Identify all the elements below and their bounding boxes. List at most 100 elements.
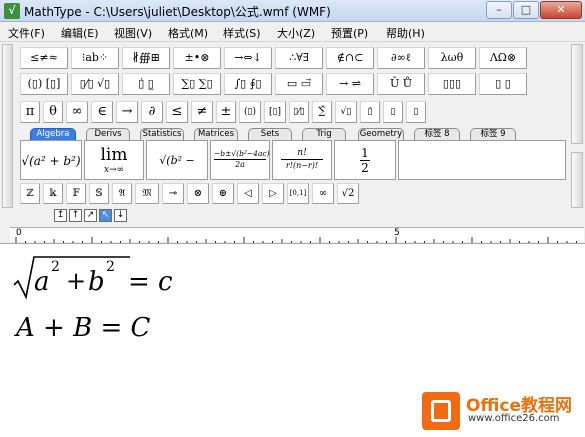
menu-help[interactable]: 帮助(H) — [386, 25, 425, 41]
template-combination-numerator: n! — [281, 148, 323, 160]
plus-minus-button[interactable]: ± — [216, 101, 236, 123]
tab-trig[interactable]: Trig — [302, 128, 346, 140]
radical-template-button[interactable]: √▯ — [335, 101, 357, 123]
boxes-palette-button[interactable]: ▯ ▯ — [479, 73, 527, 95]
template-limit-label: lim — [100, 145, 128, 165]
nudge-button-row: ↥ ↑ ↗ ↖ ↓ — [0, 208, 585, 224]
right-arrow-button[interactable]: → — [116, 101, 138, 123]
dot-accent-button[interactable]: ▯̇ — [360, 101, 380, 123]
double-struck-s-button[interactable]: 𝕊 — [89, 183, 109, 204]
partial-derivative-button[interactable]: ∂ — [141, 101, 163, 123]
parentheses-template-button[interactable]: (▯) — [239, 101, 261, 123]
matrices-palette-button[interactable]: ▯▯▯ — [428, 73, 476, 95]
menu-view[interactable]: 视图(V) — [114, 25, 152, 41]
template-combination[interactable]: n! r!(n−r)! — [272, 140, 332, 180]
fraktur-a-button[interactable]: 𝔄 — [112, 183, 132, 204]
tab-sets[interactable]: Sets — [248, 128, 292, 140]
circled-times-button[interactable]: ⊗ — [187, 183, 209, 204]
ruler[interactable]: 0 5 — [0, 224, 585, 244]
nudge-down-button[interactable]: ↓ — [114, 209, 127, 222]
right-triangle-button[interactable]: ▷ — [262, 183, 284, 204]
template-empty-slot[interactable] — [398, 140, 566, 180]
menu-format[interactable]: 格式(M) — [168, 25, 208, 41]
integrals-palette-button[interactable]: ∫▯ ∮▯ — [224, 73, 272, 95]
double-struck-f-button[interactable]: 𝔽 — [66, 183, 86, 204]
tab-geometry[interactable]: Geometry — [358, 128, 404, 140]
template-half-numerator: 1 — [360, 146, 370, 161]
template-quadratic-formula[interactable]: −b±√(b²−4ac) 2a — [210, 140, 270, 180]
misc-symbols-palette-button[interactable]: ∂∞ℓ — [377, 47, 425, 69]
sum-template-button[interactable]: ∑̂ — [312, 101, 332, 123]
sqrt-two-button[interactable]: √2 — [337, 183, 359, 204]
greek-upper-palette-button[interactable]: ΛΩ⊗ — [479, 47, 527, 69]
nudge-top-button[interactable]: ↥ — [54, 209, 67, 222]
maximize-button[interactable]: □ — [513, 1, 539, 19]
products-set-palette-button[interactable]: Ū Ů — [377, 73, 425, 95]
labeled-arrows-palette-button[interactable]: → ⇌ — [326, 73, 374, 95]
template-one-half[interactable]: 1 2 — [334, 140, 396, 180]
fractions-radicals-palette-button[interactable]: ▯⁄▯ √▯ — [71, 73, 119, 95]
template-quadratic-denominator: 2a — [235, 160, 245, 169]
equation-1-exp-a: 2 — [51, 259, 60, 275]
equation-1-b: b — [88, 267, 105, 297]
minimize-button[interactable]: – — [486, 1, 512, 19]
nudge-up-left-button[interactable]: ↖ — [99, 209, 112, 222]
close-button[interactable]: ✕ — [540, 1, 582, 19]
tab-label-9[interactable]: 标签 9 — [470, 128, 516, 140]
nudge-up-button[interactable]: ↑ — [69, 209, 82, 222]
relations-palette-button[interactable]: ≤≠≈ — [20, 47, 68, 69]
embellishments-palette-button[interactable]: ∦∰⊞ — [122, 47, 170, 69]
toolbar-grip-right[interactable] — [571, 44, 583, 144]
menu-bar: 文件(F) 编辑(E) 视图(V) 格式(M) 样式(S) 大小(Z) 预置(P… — [0, 22, 585, 42]
template-discriminant[interactable]: √(b² − 4ac) — [146, 140, 208, 180]
ruler-strip: 0 5 — [10, 227, 584, 243]
title-bar: √ MathType - C:\Users\juliet\Desktop\公式.… — [0, 0, 585, 22]
infinity-font-button[interactable]: ∞ — [312, 183, 334, 204]
double-struck-k-button[interactable]: 𝕜 — [43, 183, 63, 204]
tab-matrices[interactable]: Matrices — [194, 128, 238, 140]
infinity-symbol-button[interactable]: ∞ — [66, 101, 88, 123]
left-triangle-button[interactable]: ◁ — [237, 183, 259, 204]
fraction-template-button[interactable]: ▯⁄▯ — [289, 101, 309, 123]
menu-preferences[interactable]: 预置(P) — [331, 25, 368, 41]
logic-palette-button[interactable]: ∴∀∃ — [275, 47, 323, 69]
tab-label-8[interactable]: 标签 8 — [414, 128, 460, 140]
circled-plus-button[interactable]: ⊕ — [212, 183, 234, 204]
superscript-template-button[interactable]: ▯ — [406, 101, 426, 123]
menu-size[interactable]: 大小(Z) — [277, 25, 315, 41]
equation-1-exp-b: 2 — [106, 259, 115, 275]
tab-derivs[interactable]: Derivs — [86, 128, 130, 140]
greek-lower-palette-button[interactable]: λωθ — [428, 47, 476, 69]
subscripts-palette-button[interactable]: ▯̇ ▯̲ — [122, 73, 170, 95]
summations-palette-button[interactable]: ∑▯ ∑▯ — [173, 73, 221, 95]
fraktur-m-button[interactable]: 𝔐 — [135, 183, 159, 204]
equation-1-rhs: = c — [128, 267, 173, 297]
fences-palette-button[interactable]: (▯) [▯] — [20, 73, 68, 95]
menu-edit[interactable]: 编辑(E) — [61, 25, 99, 41]
window-title: MathType - C:\Users\juliet\Desktop\公式.wm… — [24, 5, 331, 19]
arrows-palette-button[interactable]: →⇔↓ — [224, 47, 272, 69]
nudge-up-right-button[interactable]: ↗ — [84, 209, 97, 222]
toolbar-grip-right-lower[interactable] — [571, 152, 583, 208]
multimap-button[interactable]: ⊸ — [162, 183, 184, 204]
interval-button[interactable]: [0,1] — [287, 183, 309, 204]
subscript-template-button[interactable]: ▯ — [383, 101, 403, 123]
element-of-button[interactable]: ∈ — [91, 101, 113, 123]
template-limit[interactable]: lim x→∞ — [84, 140, 144, 180]
brackets-template-button[interactable]: [▯] — [264, 101, 286, 123]
pi-symbol-button[interactable]: π — [20, 101, 40, 123]
template-pythagoras[interactable]: √(a² + b²) — [20, 140, 82, 180]
double-struck-z-button[interactable]: ℤ — [20, 183, 40, 204]
tab-algebra[interactable]: Algebra — [30, 128, 76, 140]
tab-statistics[interactable]: Statistics — [140, 128, 184, 140]
toolbar-grip-left[interactable] — [2, 44, 13, 208]
spaces-ellipses-palette-button[interactable]: ⁝ab⁘ — [71, 47, 119, 69]
set-theory-palette-button[interactable]: ∉∩⊂ — [326, 47, 374, 69]
operators-palette-button[interactable]: ±•⊗ — [173, 47, 221, 69]
theta-symbol-button[interactable]: θ — [43, 101, 63, 123]
menu-file[interactable]: 文件(F) — [8, 25, 45, 41]
bars-arrows-palette-button[interactable]: ▭ ▭⃗ — [275, 73, 323, 95]
not-equal-button[interactable]: ≠ — [191, 101, 213, 123]
menu-style[interactable]: 样式(S) — [223, 25, 261, 41]
less-equal-button[interactable]: ≤ — [166, 101, 188, 123]
